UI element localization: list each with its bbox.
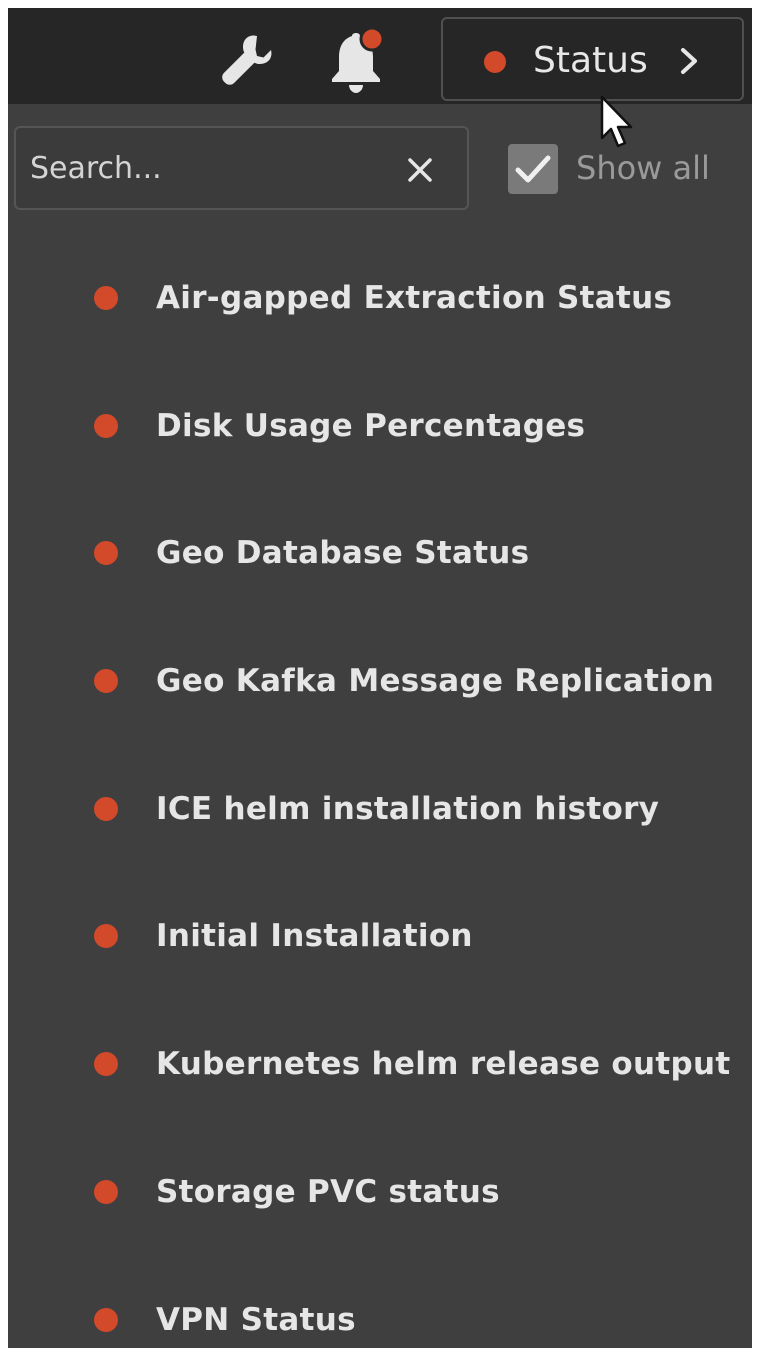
status-item-label: Geo Kafka Message Replication (156, 663, 715, 700)
status-indicator-dot (94, 669, 118, 694)
status-list-item[interactable]: Initial Installation (8, 871, 752, 999)
status-list-item[interactable]: Air-gapped Extraction Status (8, 233, 752, 361)
status-indicator-dot (484, 51, 506, 73)
status-item-label: Storage PVC status (156, 1173, 500, 1210)
top-bar: Status (8, 8, 752, 104)
status-indicator-dot (94, 796, 118, 821)
bell-icon[interactable] (326, 26, 392, 96)
close-icon[interactable] (406, 156, 434, 184)
status-item-label: Geo Database Status (156, 535, 530, 572)
notification-badge (359, 26, 385, 52)
status-item-label: Kubernetes helm release output (156, 1046, 731, 1083)
status-item-label: ICE helm installation history (156, 790, 660, 827)
status-indicator-dot (94, 541, 118, 566)
status-indicator-dot (94, 286, 118, 310)
search-input[interactable] (30, 144, 370, 192)
status-list: Air-gapped Extraction Status Disk Usage P… (8, 233, 752, 1348)
status-panel: Status Show all Air-gapp (8, 8, 752, 1348)
status-list-item[interactable]: Kubernetes helm release output (8, 999, 752, 1127)
status-list-item[interactable]: Geo Kafka Message Replication (8, 616, 752, 744)
status-list-item[interactable]: Storage PVC status (8, 1127, 752, 1255)
show-all-label: Show all (576, 149, 710, 187)
show-all-checkbox[interactable] (508, 144, 558, 194)
status-item-label: Disk Usage Percentages (156, 407, 586, 444)
status-item-label: VPN Status (156, 1301, 356, 1338)
status-indicator-dot (94, 1307, 118, 1332)
status-indicator-dot (94, 413, 118, 438)
wrench-icon[interactable] (216, 30, 280, 94)
status-indicator-dot (94, 1179, 118, 1204)
status-list-item[interactable]: Disk Usage Percentages (8, 361, 752, 489)
status-button-label: Status (533, 40, 648, 81)
chevron-right-icon (675, 45, 703, 77)
status-item-label: Air-gapped Extraction Status (156, 280, 673, 316)
status-item-label: Initial Installation (156, 918, 473, 955)
status-indicator-dot (94, 1052, 118, 1077)
status-list-item[interactable]: Geo Database Status (8, 488, 752, 616)
status-list-item[interactable]: ICE helm installation history (8, 744, 752, 872)
status-indicator-dot (94, 924, 118, 949)
search-box (14, 126, 469, 210)
status-button[interactable]: Status (441, 17, 744, 101)
checkmark-icon (515, 155, 551, 183)
mouse-pointer-icon (598, 94, 638, 154)
status-list-item[interactable]: VPN Status (8, 1255, 752, 1349)
